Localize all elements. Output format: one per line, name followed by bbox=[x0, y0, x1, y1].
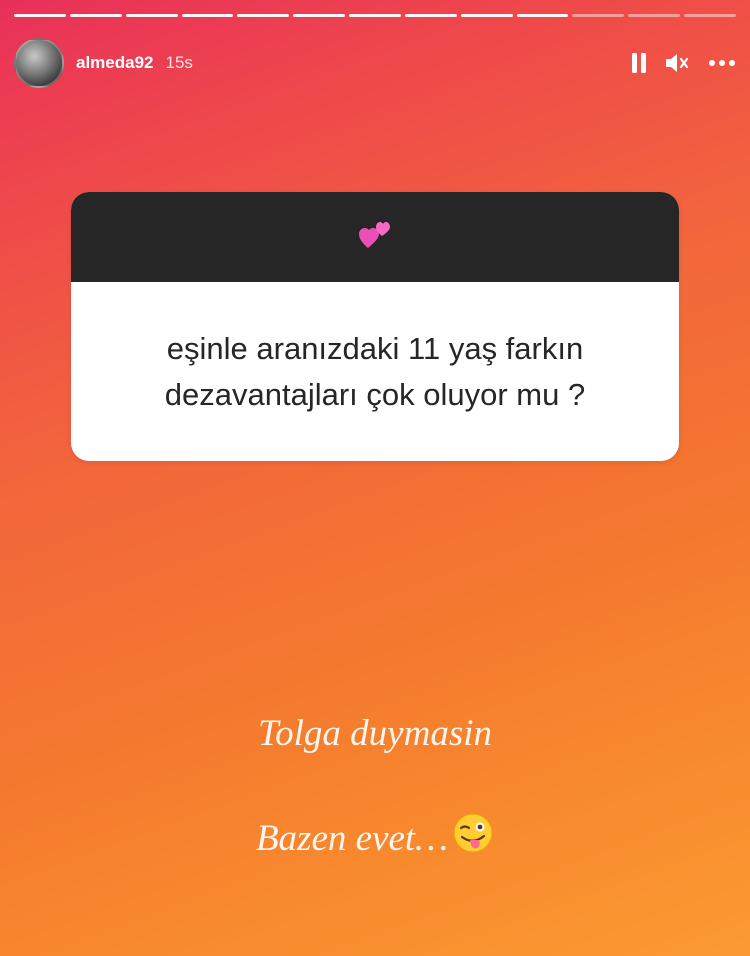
progress-segment bbox=[293, 14, 346, 17]
progress-segment bbox=[572, 14, 625, 17]
two-hearts-icon bbox=[358, 220, 392, 255]
progress-segment bbox=[460, 14, 513, 17]
progress-segment bbox=[628, 14, 681, 17]
progress-segment bbox=[404, 14, 457, 17]
avatar[interactable] bbox=[14, 38, 64, 88]
time-ago: 15s bbox=[165, 53, 193, 72]
progress-segment bbox=[349, 14, 401, 17]
story-controls bbox=[630, 51, 736, 75]
answer-text-line-1: Tolga duymasin bbox=[257, 713, 493, 754]
story-progress-bar bbox=[14, 14, 736, 18]
username[interactable]: almeda92 bbox=[76, 53, 154, 73]
winking-face-with-tongue-icon bbox=[452, 812, 494, 864]
pause-icon[interactable] bbox=[630, 51, 648, 75]
story-header: almeda92 15s bbox=[14, 36, 736, 90]
question-sticker-body: eşinle aranızdaki 11 yaş farkın dezavant… bbox=[71, 282, 679, 461]
answer-text-line-2: Bazen evet… bbox=[255, 817, 449, 859]
progress-segment bbox=[69, 14, 122, 17]
progress-segment bbox=[684, 14, 736, 17]
progress-segment bbox=[181, 14, 234, 17]
question-sticker[interactable]: eşinle aranızdaki 11 yaş farkın dezavant… bbox=[71, 192, 679, 461]
progress-segment bbox=[125, 14, 178, 17]
answer-line-2: Bazen evet… bbox=[0, 812, 750, 864]
progress-segment bbox=[14, 14, 66, 17]
question-text: eşinle aranızdaki 11 yaş farkın dezavant… bbox=[164, 330, 586, 412]
more-icon[interactable] bbox=[708, 59, 736, 67]
mute-icon[interactable] bbox=[664, 51, 692, 75]
question-sticker-header bbox=[71, 192, 679, 282]
progress-segment-current bbox=[516, 14, 569, 17]
progress-segment bbox=[237, 14, 290, 17]
